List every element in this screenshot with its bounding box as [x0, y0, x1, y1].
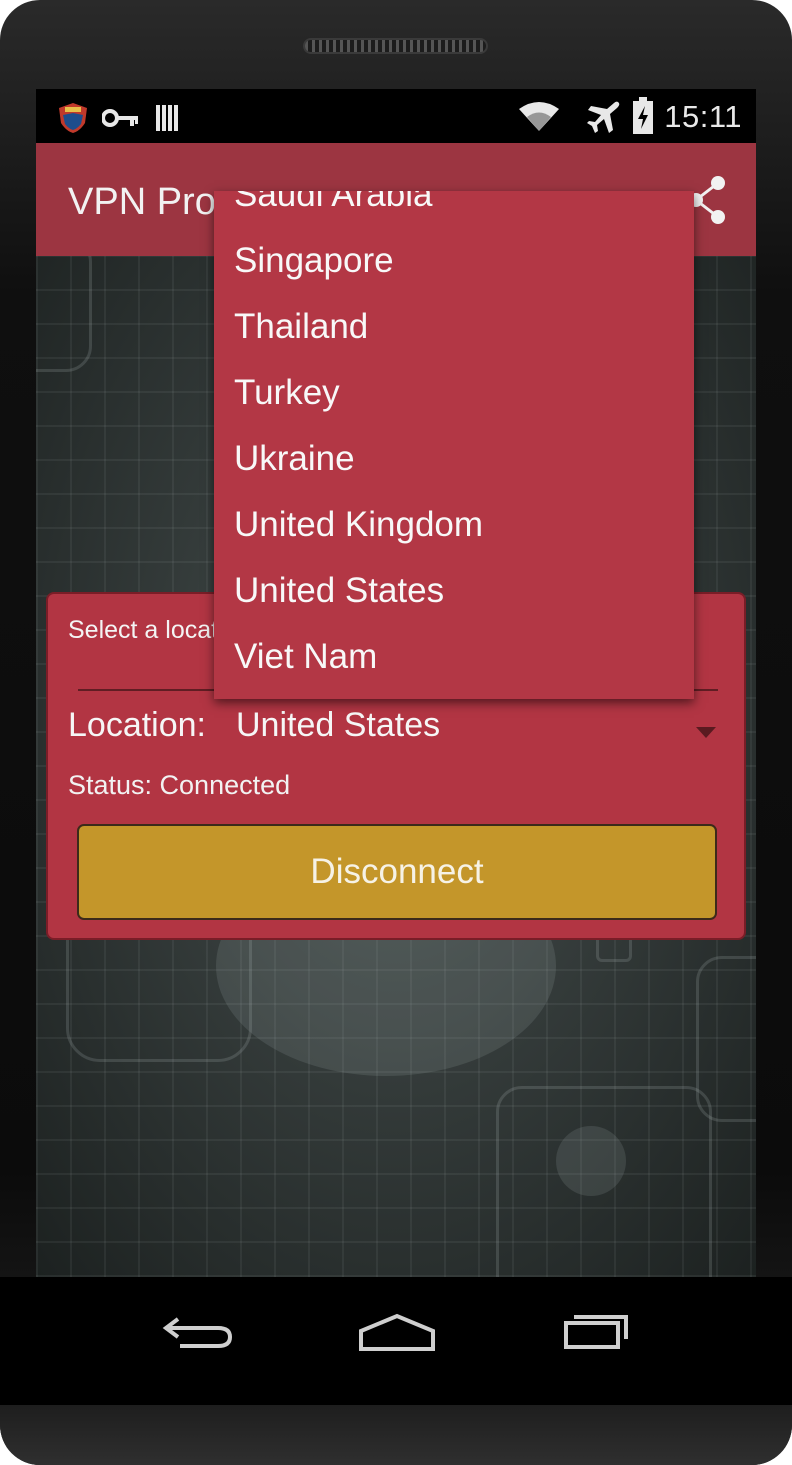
background-decoration	[696, 956, 756, 1122]
dropdown-item-turkey[interactable]: Turkey	[234, 360, 340, 426]
background-decoration	[556, 1126, 626, 1196]
wifi-icon	[519, 102, 559, 131]
key-icon	[102, 109, 138, 127]
clock: 15:11	[664, 99, 742, 134]
status-bar: 15:11	[36, 89, 756, 143]
navigation-bar	[0, 1277, 792, 1405]
dropdown-arrow-icon[interactable]	[696, 727, 716, 738]
phone-frame: 15:11 VPN Pro Select a location Location…	[0, 0, 792, 1465]
dropdown-item-ukraine[interactable]: Ukraine	[234, 426, 355, 492]
home-icon[interactable]	[352, 1301, 442, 1361]
back-icon[interactable]	[152, 1301, 242, 1361]
background-decoration	[36, 256, 92, 372]
dropdown-item-viet-nam[interactable]: Viet Nam	[234, 624, 377, 690]
dropdown-item-united-kingdom[interactable]: United Kingdom	[234, 492, 483, 558]
disconnect-button[interactable]: Disconnect	[77, 824, 717, 920]
connection-status: Status: Connected	[68, 770, 291, 800]
app-title: VPN Pro	[68, 181, 216, 223]
sim-card-icon	[156, 105, 178, 131]
phone-chin	[0, 1405, 792, 1465]
location-label: Location:	[68, 706, 206, 744]
vpn-shield-icon	[59, 103, 87, 133]
dropdown-item-thailand[interactable]: Thailand	[234, 294, 368, 360]
battery-charging-icon	[633, 97, 653, 134]
recent-apps-icon[interactable]	[552, 1301, 642, 1361]
earpiece-speaker	[303, 38, 488, 54]
dropdown-item-singapore[interactable]: Singapore	[234, 228, 394, 294]
location-dropdown-list: Saudi Arabia Singapore Thailand Turkey U…	[214, 191, 694, 699]
location-spinner[interactable]: United States	[236, 706, 440, 745]
airplane-mode-icon	[587, 101, 620, 133]
dropdown-item-united-states[interactable]: United States	[234, 558, 444, 624]
dropdown-item-saudi-arabia[interactable]: Saudi Arabia	[234, 191, 432, 228]
screen: 15:11 VPN Pro Select a location Location…	[36, 89, 756, 1277]
